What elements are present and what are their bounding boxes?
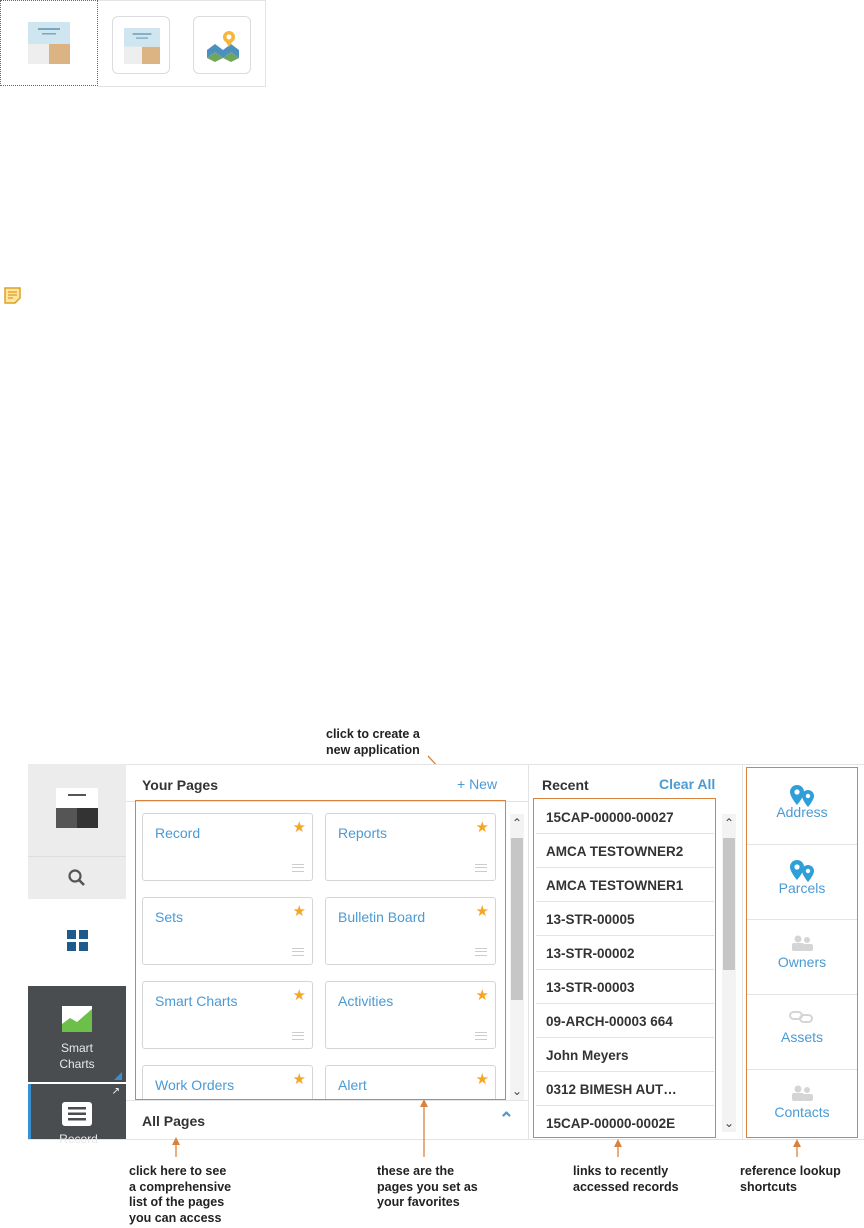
clear-all-button[interactable]: Clear All: [659, 776, 715, 792]
scroll-thumb[interactable]: [511, 838, 523, 1000]
annotation-line: accessed records: [573, 1179, 679, 1194]
column-divider: [528, 764, 529, 1140]
annotation-line: shortcuts: [740, 1179, 797, 1194]
new-application-button[interactable]: + New: [457, 776, 497, 792]
scroll-up-icon[interactable]: ⌃: [510, 816, 524, 830]
annotation-line: list of the pages: [129, 1195, 225, 1209]
scroll-thumb[interactable]: [723, 838, 735, 970]
scroll-up-icon[interactable]: ⌃: [722, 816, 736, 830]
annotation-line: reference lookup: [740, 1164, 841, 1178]
label-line: Smart: [60, 1041, 93, 1055]
map-icon: [207, 31, 239, 62]
annotation-new-app: click to create a new application: [326, 727, 420, 758]
shortcuts-highlight-box: [746, 767, 858, 1138]
label-line: Charts: [59, 1057, 95, 1071]
annotation-line: your favorites: [377, 1195, 460, 1209]
nav-smart-charts[interactable]: Smart Charts: [28, 986, 126, 1082]
annotation-arrows: [172, 1099, 801, 1157]
apps-grid-icon: [67, 930, 88, 951]
annotation-line: click here to see: [129, 1164, 227, 1178]
dashboard-layout-icon[interactable]: [28, 22, 70, 64]
nav-smart-charts-label: Smart Charts: [28, 1040, 126, 1072]
recent-title: Recent: [542, 777, 589, 793]
layout-tile[interactable]: [112, 16, 170, 74]
annotation-line: a comprehensive: [129, 1179, 232, 1194]
chart-icon: [62, 1006, 92, 1032]
corner-marker-icon: [114, 1072, 122, 1080]
left-nav: Smart Charts Record ↗: [28, 764, 126, 1146]
annotation-recent: links to recently accessed records: [573, 1164, 679, 1195]
annotation-line: links to recently: [573, 1164, 669, 1178]
note-icon: [4, 287, 21, 304]
annotation-all-pages: click here to see a comprehensive list o…: [129, 1164, 231, 1226]
search-button[interactable]: [28, 856, 126, 899]
recent-highlight-box: [533, 798, 716, 1138]
annotation-line: click to create a: [326, 727, 420, 741]
apps-grid-button[interactable]: [28, 900, 126, 984]
recent-scrollbar[interactable]: ⌃ ⌄: [722, 814, 736, 1132]
column-divider: [742, 764, 743, 1140]
annotation-line: these are the: [377, 1164, 455, 1178]
annotation-lookup: reference lookup shortcuts: [740, 1164, 841, 1195]
favorites-highlight-box: [135, 800, 506, 1100]
pages-scrollbar[interactable]: ⌃ ⌄: [510, 814, 524, 1100]
your-pages-title: Your Pages: [142, 777, 218, 793]
annotation-line: pages you set as: [377, 1179, 478, 1194]
search-icon: [68, 869, 85, 886]
annotation-line: new application: [326, 742, 420, 757]
map-tile[interactable]: [193, 16, 251, 74]
dashboard-layout-icon[interactable]: [56, 788, 98, 828]
annotation-line: you can access: [129, 1210, 222, 1225]
annotation-favorites: these are the pages you set as your favo…: [377, 1164, 478, 1211]
dashboard-layout-icon: [124, 28, 160, 64]
